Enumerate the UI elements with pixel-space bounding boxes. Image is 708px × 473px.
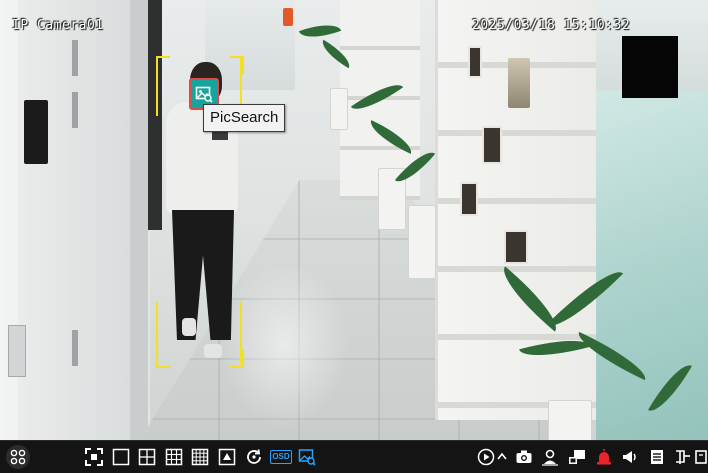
scene-hinge bbox=[72, 40, 78, 76]
scene-plant-pot bbox=[330, 88, 348, 130]
layout-1-icon[interactable] bbox=[111, 447, 131, 467]
detection-box-corner bbox=[230, 350, 244, 368]
detection-box-corner bbox=[156, 350, 170, 368]
layout-9-icon[interactable] bbox=[164, 447, 184, 467]
image-search-icon[interactable] bbox=[297, 447, 317, 467]
scene-wall-sign bbox=[24, 100, 48, 164]
fullscreen-icon[interactable] bbox=[84, 447, 104, 467]
playback-icon[interactable] bbox=[476, 447, 496, 467]
refresh-icon[interactable] bbox=[244, 447, 264, 467]
scene-plant-pot bbox=[548, 400, 592, 440]
scene-door-frame bbox=[130, 0, 148, 440]
scene-red-object bbox=[283, 8, 293, 26]
scene-hinge bbox=[72, 330, 78, 366]
camera-live-view[interactable]: PicSearch IP Camera01 2025/03/18 15:10:3… bbox=[0, 0, 708, 440]
scene-picture-frame bbox=[468, 46, 482, 78]
scene-picture-frame bbox=[460, 182, 478, 216]
scene-person-shoe bbox=[204, 344, 222, 358]
scene-door-gap bbox=[148, 0, 162, 230]
sequence-icon[interactable] bbox=[217, 447, 237, 467]
list-icon[interactable] bbox=[647, 447, 667, 467]
detection-box-corner bbox=[156, 56, 170, 74]
privacy-mask bbox=[622, 36, 678, 98]
speaker-icon[interactable] bbox=[620, 447, 640, 467]
tag-icon[interactable] bbox=[673, 447, 693, 467]
bottom-toolbar: OSD bbox=[0, 440, 708, 473]
scene-glass-partition bbox=[596, 90, 708, 440]
scene-plant-pot bbox=[408, 205, 436, 279]
scene-picture-frame bbox=[482, 126, 502, 164]
layout-4-icon[interactable] bbox=[137, 447, 157, 467]
audio-icon[interactable] bbox=[567, 447, 587, 467]
scene-picture-frame bbox=[504, 230, 528, 264]
osd-toggle-button[interactable]: OSD bbox=[270, 447, 292, 467]
scene-leaf bbox=[298, 17, 342, 45]
scene-person-shoe bbox=[182, 318, 196, 336]
more-icon[interactable] bbox=[695, 447, 707, 467]
face-icon[interactable] bbox=[540, 447, 560, 467]
camera-name-label: IP Camera01 bbox=[12, 18, 104, 33]
snapshot-icon[interactable] bbox=[514, 447, 534, 467]
detection-box-corner bbox=[230, 56, 244, 74]
scene-hinge bbox=[72, 92, 78, 128]
expand-up-icon[interactable] bbox=[496, 447, 508, 467]
scene-switch-plate bbox=[8, 325, 26, 377]
picsearch-tooltip: PicSearch bbox=[203, 104, 286, 132]
alarm-icon[interactable] bbox=[594, 447, 614, 467]
scene-lantern bbox=[508, 58, 530, 108]
osd-label: OSD bbox=[270, 450, 292, 464]
grid-menu-icon[interactable] bbox=[6, 445, 30, 469]
osd-timestamp: 2025/03/18 15:10:32 bbox=[472, 18, 631, 33]
layout-16-icon[interactable] bbox=[190, 447, 210, 467]
